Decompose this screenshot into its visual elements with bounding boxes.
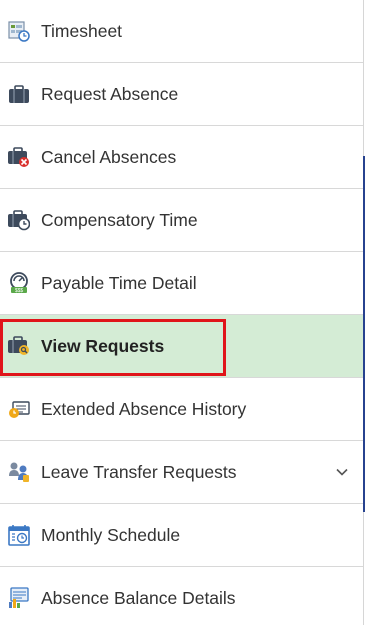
chevron-down-icon[interactable] bbox=[335, 465, 349, 479]
menu-item-label: Leave Transfer Requests bbox=[41, 461, 237, 482]
svg-text:$$$: $$$ bbox=[15, 288, 24, 294]
briefcase-cancel-icon bbox=[8, 146, 30, 168]
briefcase-clock-icon bbox=[8, 209, 31, 231]
calendar-icon bbox=[8, 524, 30, 546]
accent-line bbox=[363, 156, 365, 512]
timesheet-icon bbox=[8, 20, 30, 42]
menu-item-label: Cancel Absences bbox=[41, 146, 177, 167]
menu-item-label: View Requests bbox=[41, 335, 165, 356]
navigation-menu: Timesheet Request Absence Cancel Absence… bbox=[0, 0, 364, 625]
balance-chart-icon bbox=[8, 587, 30, 609]
menu-item-label: Compensatory Time bbox=[41, 209, 198, 230]
menu-item-payable-time-detail[interactable]: $$$ Payable Time Detail bbox=[0, 252, 363, 315]
menu-item-compensatory-time[interactable]: Compensatory Time bbox=[0, 189, 363, 252]
menu-item-label: Monthly Schedule bbox=[41, 524, 181, 545]
menu-item-label: Timesheet bbox=[41, 20, 123, 41]
briefcase-view-icon bbox=[8, 335, 30, 357]
menu-item-label: Extended Absence History bbox=[41, 398, 247, 419]
briefcase-icon bbox=[8, 83, 30, 105]
menu-item-label: Absence Balance Details bbox=[41, 587, 236, 608]
payable-time-icon: $$$ bbox=[8, 272, 30, 294]
menu-item-leave-transfer-requests[interactable]: Leave Transfer Requests bbox=[0, 441, 363, 504]
menu-item-absence-balance-details[interactable]: Absence Balance Details bbox=[0, 567, 363, 625]
menu-item-label: Request Absence bbox=[41, 83, 179, 104]
menu-item-monthly-schedule[interactable]: Monthly Schedule bbox=[0, 504, 363, 567]
menu-item-request-absence[interactable]: Request Absence bbox=[0, 63, 363, 126]
menu-item-label: Payable Time Detail bbox=[41, 272, 197, 293]
menu-item-extended-absence-history[interactable]: Extended Absence History bbox=[0, 378, 363, 441]
absence-history-icon bbox=[8, 398, 30, 420]
menu-item-cancel-absences[interactable]: Cancel Absences bbox=[0, 126, 363, 189]
menu-item-view-requests[interactable]: View Requests bbox=[0, 315, 363, 378]
menu-item-timesheet[interactable]: Timesheet bbox=[0, 0, 363, 63]
leave-transfer-icon bbox=[8, 461, 30, 483]
